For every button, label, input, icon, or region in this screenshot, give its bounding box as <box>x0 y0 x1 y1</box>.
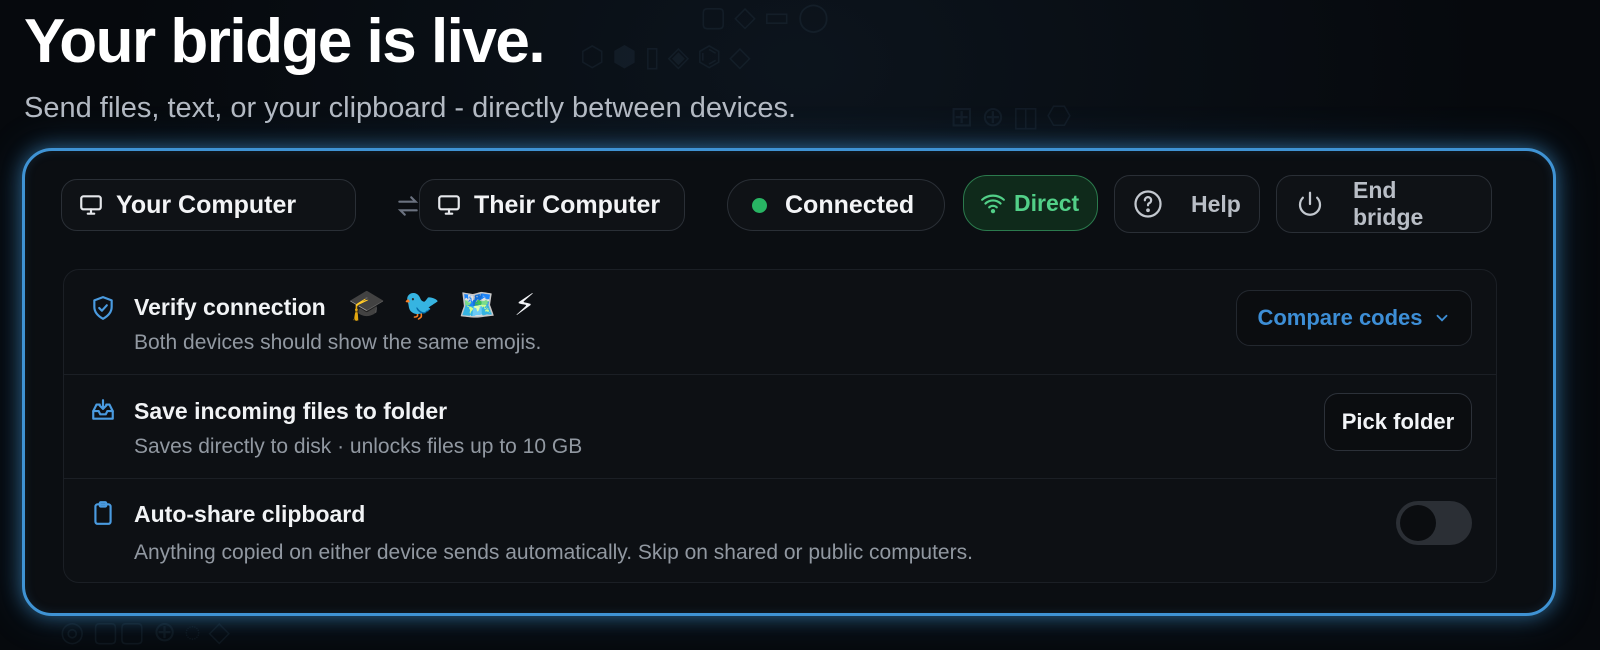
bridge-card: Your Computer Their Computer Connected D… <box>22 148 1556 616</box>
background-pattern: ⊞ ⊕ ◫ ⎔ <box>950 101 1072 132</box>
local-device-label: Your Computer <box>116 190 297 219</box>
auto-share-toggle[interactable] <box>1396 501 1472 545</box>
status-dot-icon <box>752 197 767 213</box>
end-bridge-label: End bridge <box>1353 177 1424 230</box>
save-folder-row: Save incoming files to folder Saves dire… <box>64 374 1496 478</box>
emoji-graduation-cap: 🎓 <box>348 289 386 322</box>
monitor-icon <box>80 195 102 215</box>
background-pattern: ◎ ▢▢ ⊕ ◌ ◇ <box>60 616 231 647</box>
settings-panel: Verify connection 🎓 🐦 🗺️ ⚡ Both devices … <box>63 269 1497 583</box>
page-title: Your bridge is live. <box>24 7 546 76</box>
inbox-download-icon <box>92 399 114 420</box>
background-pattern: ⬡ ⬢ ▯ ◈ ⌬ ◇ <box>580 41 751 72</box>
pick-folder-button[interactable]: Pick folder <box>1324 393 1472 451</box>
compare-codes-label: Compare codes <box>1257 305 1423 330</box>
help-label: Help <box>1191 190 1241 217</box>
wifi-icon <box>981 194 1005 214</box>
direct-connection-badge: Direct <box>963 175 1098 231</box>
toggle-knob <box>1400 505 1436 541</box>
status-label: Connected <box>785 190 915 219</box>
emoji-map: 🗺️ <box>458 289 497 322</box>
save-title: Save incoming files to folder <box>134 398 448 424</box>
verification-emojis: 🎓 🐦 🗺️ ⚡ <box>348 288 535 323</box>
verify-subtitle: Both devices should show the same emojis… <box>134 331 542 354</box>
pick-folder-label: Pick folder <box>1341 409 1455 434</box>
monitor-icon <box>438 195 460 215</box>
verify-connection-row: Verify connection 🎓 🐦 🗺️ ⚡ Both devices … <box>64 270 1496 374</box>
direct-label: Direct <box>1014 189 1080 216</box>
remote-device-chip: Their Computer <box>419 179 685 231</box>
power-icon <box>1298 191 1322 216</box>
clipboard-subtitle: Anything copied on either device sends a… <box>134 541 973 564</box>
help-button[interactable]: Help <box>1114 175 1260 233</box>
background-pattern: ▢ ◇ ▭ ◯ <box>700 1 830 32</box>
clipboard-title: Auto-share clipboard <box>134 501 366 527</box>
verify-title: Verify connection <box>134 294 326 320</box>
emoji-bird: 🐦 <box>403 289 441 322</box>
emoji-lightning: ⚡ <box>514 289 536 322</box>
local-device-chip: Your Computer <box>61 179 356 231</box>
remote-device-label: Their Computer <box>474 190 661 219</box>
chevron-down-icon <box>1436 314 1447 322</box>
help-circle-icon <box>1134 190 1162 218</box>
swap-arrows-icon <box>397 196 419 216</box>
compare-codes-button[interactable]: Compare codes <box>1236 290 1472 346</box>
shield-check-icon <box>93 296 113 320</box>
connection-status-badge: Connected <box>727 179 945 231</box>
save-subtitle: Saves directly to disk · unlocks files u… <box>134 435 583 458</box>
clipboard-row: Auto-share clipboard Anything copied on … <box>64 478 1496 582</box>
end-bridge-button[interactable]: End bridge <box>1276 175 1492 233</box>
page-subtitle: Send files, text, or your clipboard - di… <box>24 92 797 124</box>
clipboard-icon <box>94 501 112 525</box>
